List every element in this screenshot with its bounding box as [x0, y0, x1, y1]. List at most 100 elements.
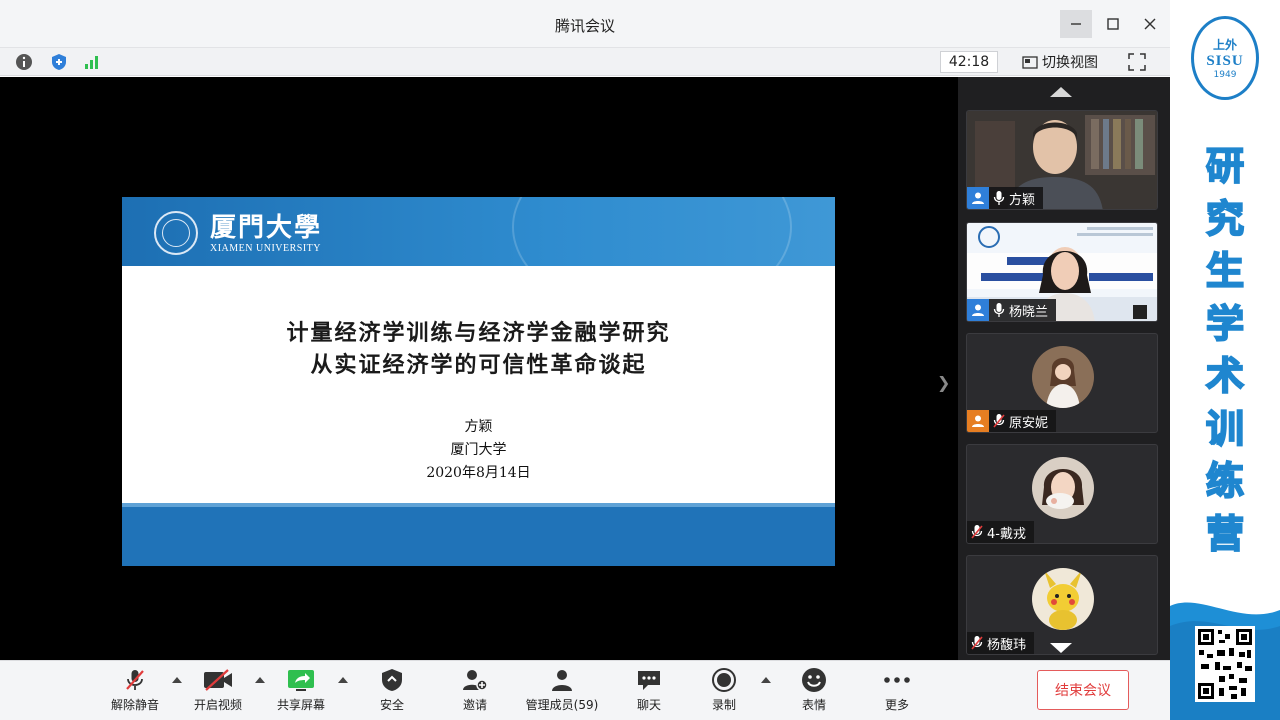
- switch-view-button[interactable]: 切换视图: [1018, 51, 1102, 73]
- scroll-down-icon[interactable]: [1050, 643, 1072, 653]
- meeting-timer: 42:18: [940, 51, 998, 73]
- qr-code-icon: [1195, 626, 1255, 702]
- participant-name-bar: 杨馥玮: [967, 632, 1035, 654]
- brand-title-char: 究: [1205, 196, 1245, 242]
- participant-name: 杨馥玮: [987, 637, 1027, 653]
- start-video-button[interactable]: 开启视频: [180, 667, 256, 715]
- sisu-logo: 上外 SISU 1949: [1191, 16, 1259, 100]
- microphone-muted-icon[interactable]: [989, 410, 1009, 432]
- title-bar: 腾讯会议: [0, 0, 1170, 48]
- record-icon: [712, 668, 736, 692]
- manage-members-button[interactable]: 管理成员(59): [519, 667, 605, 715]
- chevron-right-icon[interactable]: ❯: [937, 373, 950, 392]
- unmute-label: 解除静音: [110, 698, 159, 712]
- maximize-button[interactable]: [1097, 10, 1129, 38]
- more-button[interactable]: 更多: [859, 667, 935, 715]
- avatar: [1032, 457, 1094, 519]
- participant-tile[interactable]: 杨晓兰: [966, 222, 1158, 322]
- shield-icon: [382, 669, 402, 691]
- user-icon: [967, 410, 989, 432]
- scroll-up-icon[interactable]: [1050, 87, 1072, 97]
- brand-title-char: 研: [1205, 143, 1245, 189]
- participant-name-bar: 4-戴戎: [967, 521, 1034, 543]
- university-watermark: [512, 197, 792, 317]
- record-label: 录制: [711, 698, 736, 712]
- chat-icon: [638, 671, 660, 690]
- microphone-muted-icon[interactable]: [967, 632, 987, 654]
- brand-title-char: 训: [1205, 406, 1245, 452]
- university-name-en: XIAMEN UNIVERSITY: [210, 243, 321, 254]
- video-off-icon: [204, 669, 232, 691]
- invite-label: 邀请: [462, 698, 487, 712]
- start-video-label: 开启视频: [193, 698, 242, 712]
- emoji-icon: [802, 668, 826, 692]
- add-user-icon: [463, 670, 488, 691]
- slide-footer-band: [122, 503, 835, 566]
- brand-vertical-title: 研 究 生 学 术 训 练 营: [1200, 140, 1250, 560]
- security-button[interactable]: 安全: [354, 667, 430, 715]
- participant-name-bar: 方颖: [967, 187, 1044, 209]
- fullscreen-icon[interactable]: [1128, 53, 1146, 71]
- signal-strength-icon[interactable]: [83, 53, 101, 71]
- close-icon: [1144, 18, 1156, 30]
- participant-name: 杨晓兰: [1009, 304, 1049, 320]
- close-button[interactable]: [1134, 10, 1166, 38]
- slide-organization: 厦门大学: [450, 442, 507, 458]
- manage-members-label: 管理成员(59): [525, 698, 599, 712]
- info-icon[interactable]: [15, 53, 33, 71]
- share-options-caret[interactable]: [338, 677, 348, 683]
- microphone-icon[interactable]: [989, 187, 1009, 209]
- meeting-info-bar: 42:18 切换视图: [0, 48, 1170, 76]
- end-meeting-button[interactable]: 结束会议: [1037, 670, 1129, 710]
- reactions-label: 表情: [801, 698, 826, 712]
- university-name-cn: 厦門大學: [210, 213, 323, 243]
- unmute-button[interactable]: 解除静音: [97, 667, 173, 715]
- avatar: [1032, 568, 1094, 630]
- user-icon: [967, 299, 989, 321]
- participant-tile[interactable]: 方颖: [966, 110, 1158, 210]
- share-screen-icon: [288, 670, 314, 691]
- minimize-button[interactable]: [1060, 10, 1092, 38]
- slide-date: 2020年8月14日: [426, 465, 531, 481]
- brand-title-char: 学: [1205, 301, 1245, 347]
- participant-tile[interactable]: 4-戴戎: [966, 444, 1158, 544]
- user-icon: [967, 187, 989, 209]
- switch-view-label: 切换视图: [1042, 55, 1098, 71]
- chat-button[interactable]: 聊天: [611, 667, 687, 715]
- share-screen-button[interactable]: 共享屏幕: [263, 667, 339, 715]
- participant-name: 原安妮: [1009, 415, 1049, 431]
- shield-icon[interactable]: [50, 53, 68, 71]
- university-seal-icon: [154, 211, 198, 255]
- more-label: 更多: [884, 698, 909, 712]
- participant-video-panel: 方颖 杨晓兰 原安妮 4-戴戎 杨馥玮: [958, 77, 1170, 660]
- participant-tile[interactable]: 原安妮: [966, 333, 1158, 433]
- microphone-muted-icon[interactable]: [967, 521, 987, 543]
- window-title: 腾讯会议: [554, 17, 615, 35]
- brand-banner: 上外 SISU 1949 研 究 生 学 术 训 练 营: [1170, 0, 1280, 720]
- participant-name: 4-戴戎: [987, 526, 1026, 542]
- reactions-button[interactable]: 表情: [776, 667, 852, 715]
- brand-title-char: 练: [1205, 458, 1245, 504]
- invite-button[interactable]: 邀请: [437, 667, 513, 715]
- presentation-slide: 厦門大學 XIAMEN UNIVERSITY 计量经济学训练与经济学金融学研究 …: [122, 197, 835, 566]
- participant-name-bar: 杨晓兰: [967, 299, 1057, 321]
- tencent-meeting-window: 腾讯会议 42:18 切换视图 厦門大學 XIAMEN UNIVERSITY 计…: [0, 0, 1280, 720]
- microphone-muted-icon: [126, 670, 144, 690]
- brand-title-char: 生: [1205, 248, 1245, 294]
- participant-tile[interactable]: 杨馥玮: [966, 555, 1158, 655]
- avatar: [1032, 346, 1094, 408]
- chat-label: 聊天: [636, 698, 661, 712]
- slide-title-line-1: 计量经济学训练与经济学金融学研究: [286, 320, 671, 346]
- meeting-toolbar: 解除静音 开启视频 共享屏幕 安全 邀请 管理成员(59) 聊天 录制 表情 更…: [0, 660, 1170, 720]
- members-icon: [552, 670, 572, 691]
- security-label: 安全: [379, 698, 404, 712]
- maximize-icon: [1107, 18, 1119, 30]
- more-icon: [884, 677, 910, 683]
- slide-title-line-2: 从实证经济学的可信性革命谈起: [310, 352, 647, 378]
- microphone-icon[interactable]: [989, 299, 1009, 321]
- brand-title-char: 术: [1205, 353, 1245, 399]
- slide-header-band: 厦門大學 XIAMEN UNIVERSITY: [122, 197, 835, 317]
- record-options-caret[interactable]: [761, 677, 771, 683]
- record-button[interactable]: 录制: [686, 667, 762, 715]
- participant-name: 方颖: [1009, 192, 1036, 208]
